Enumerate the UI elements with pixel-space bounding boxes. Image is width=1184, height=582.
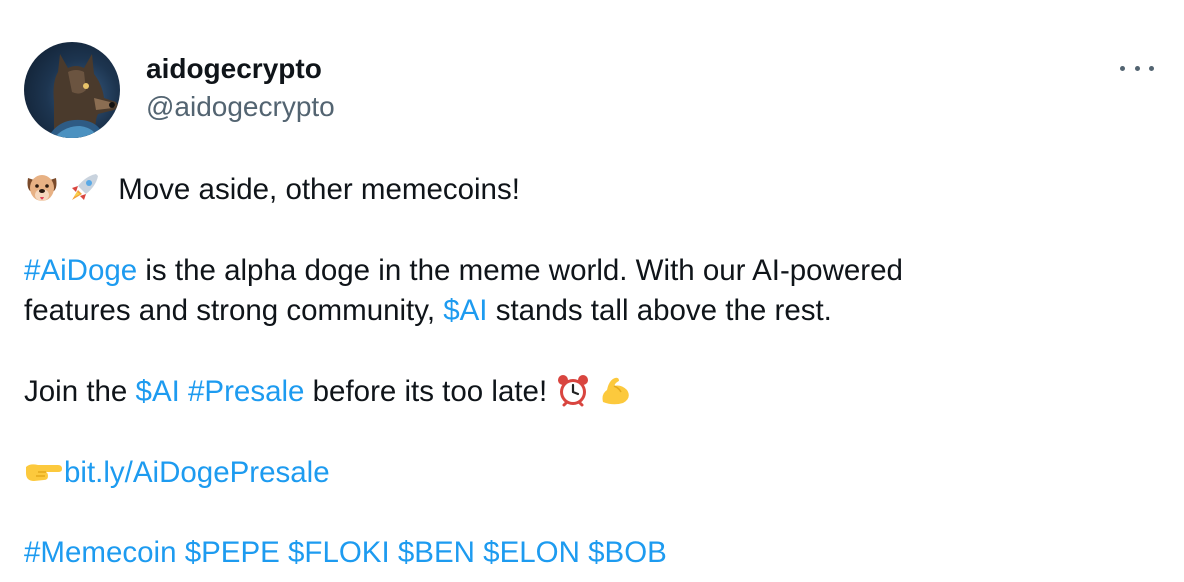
post-line-3: features and strong community, $AI stand…: [24, 291, 832, 331]
presale-link[interactable]: bit.ly/AiDogePresale: [64, 456, 330, 489]
cashtag-ai-link[interactable]: $AI: [443, 294, 487, 327]
author-avatar[interactable]: [24, 42, 120, 138]
post-line-6: #Memecoin $PEPE $FLOKI $BEN $ELON $BOB: [24, 533, 667, 573]
flexed-biceps-emoji: [597, 372, 633, 408]
hashtag-memecoin-link[interactable]: #Memecoin: [24, 536, 176, 569]
hashtag-presale-link[interactable]: #Presale: [188, 375, 304, 408]
post-text: before its too late!: [304, 375, 556, 408]
more-dot: [1120, 65, 1125, 71]
cashtag-bob-link[interactable]: $BOB: [588, 536, 667, 569]
post-line-1: Move aside, other memecoins!: [24, 170, 520, 210]
post-intro-text: Move aside, other memecoins!: [118, 173, 520, 206]
dog-avatar-icon: [48, 54, 118, 138]
author-info: aidogecrypto @aidogecrypto: [146, 52, 335, 124]
tweet-card: aidogecrypto @aidogecrypto Move aside, o…: [0, 0, 1184, 582]
post-text: is the alpha doge in the meme world. Wit…: [137, 254, 903, 287]
post-line-5: bit.ly/AiDogePresale: [24, 453, 330, 493]
post-text: features and strong community,: [24, 294, 444, 327]
more-options-icon[interactable]: [1120, 58, 1154, 78]
cashtag-ai-link[interactable]: $AI: [136, 375, 180, 408]
author-handle[interactable]: @aidogecrypto: [146, 90, 335, 124]
hashtag-aidoge-link[interactable]: #AiDoge: [24, 254, 137, 287]
post-text: Join the: [24, 375, 136, 408]
alarm-clock-emoji: [555, 372, 591, 408]
cashtag-floki-link[interactable]: $FLOKI: [288, 536, 390, 569]
post-line-4: Join the $AI #Presale before its too lat…: [24, 372, 633, 412]
rocket-emoji: [66, 170, 102, 206]
pointing-right-emoji: [24, 453, 64, 489]
cashtag-elon-link[interactable]: $ELON: [483, 536, 580, 569]
cashtag-ben-link[interactable]: $BEN: [398, 536, 475, 569]
author-display-name[interactable]: aidogecrypto: [146, 52, 335, 86]
more-dot: [1134, 65, 1140, 71]
cashtag-pepe-link[interactable]: $PEPE: [185, 536, 280, 569]
more-dot: [1149, 65, 1154, 71]
dog-face-emoji: [24, 170, 60, 206]
post-line-2: #AiDoge is the alpha doge in the meme wo…: [24, 251, 903, 291]
post-text: stands tall above the rest.: [487, 294, 832, 327]
